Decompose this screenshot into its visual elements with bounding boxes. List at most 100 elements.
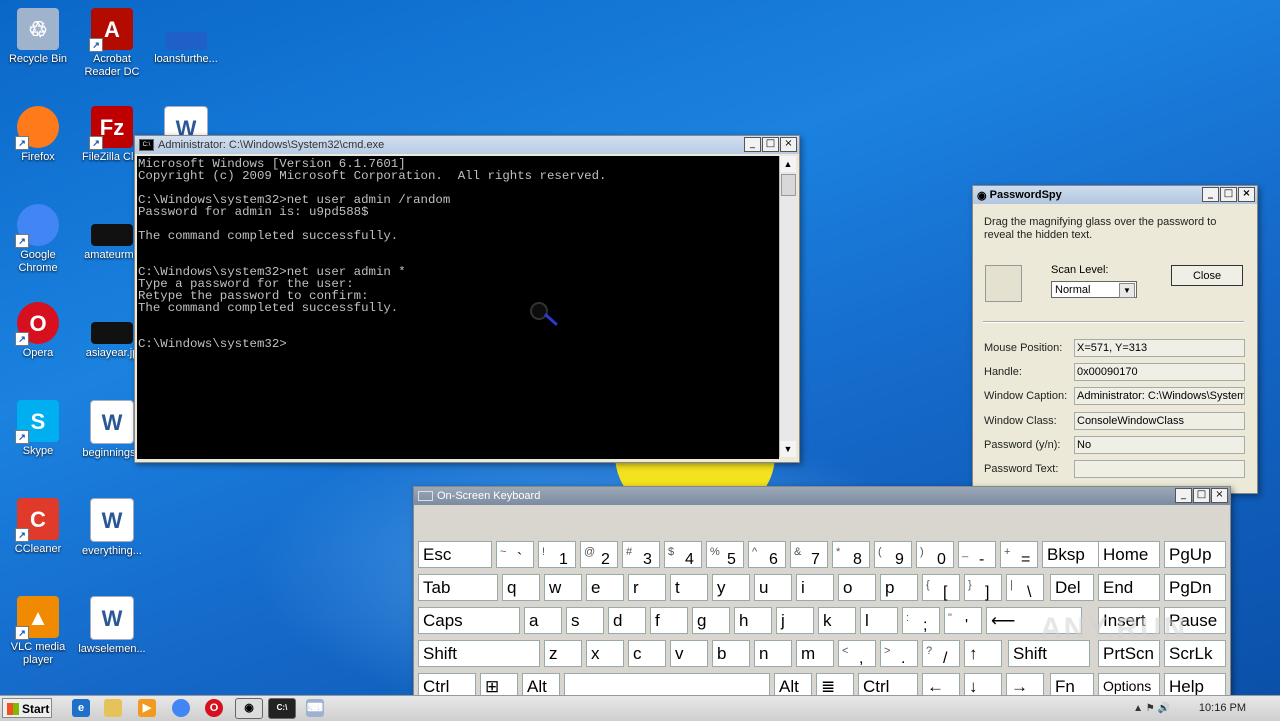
key-9[interactable]: (9 [874, 541, 912, 568]
key-w[interactable]: w [544, 574, 582, 601]
key-b[interactable]: b [712, 640, 750, 667]
key-3[interactable]: #3 [622, 541, 660, 568]
key-r[interactable]: r [628, 574, 666, 601]
minimize-button[interactable]: _ [744, 137, 761, 152]
key-4[interactable]: $4 [664, 541, 702, 568]
key-Tab[interactable]: Tab [418, 574, 498, 601]
maximize-button[interactable]: □ [762, 137, 779, 152]
key-u[interactable]: u [754, 574, 792, 601]
desktop-icon[interactable]: O ↗ Opera [0, 302, 76, 360]
scroll-down-icon[interactable]: ▼ [780, 441, 796, 457]
key-j[interactable]: j [776, 607, 814, 634]
key-c[interactable]: c [628, 640, 666, 667]
key-2[interactable]: @2 [580, 541, 618, 568]
desktop-icon[interactable]: A ↗ Acrobat Reader DC [74, 8, 150, 79]
minimize-button[interactable]: _ [1175, 488, 1192, 503]
key-symbol[interactable]: ? / [922, 640, 960, 667]
minimize-button[interactable]: _ [1202, 187, 1219, 202]
key-symbol[interactable]: {[ [922, 574, 960, 601]
info-value-field[interactable]: No [1074, 436, 1245, 454]
folder-icon[interactable] [104, 699, 122, 717]
desktop-icon[interactable]: ↗ Google Chrome [0, 204, 76, 275]
key-symbol[interactable]: _ - [958, 541, 996, 568]
desktop-icon[interactable]: S ↗ Skype [0, 400, 76, 458]
maximize-button[interactable]: □ [1193, 488, 1210, 503]
desktop-icon[interactable]: C ↗ CCleaner [0, 498, 76, 556]
key-8[interactable]: * 8 [832, 541, 870, 568]
desktop-icon[interactable]: ↗ Firefox [0, 106, 76, 164]
scroll-up-icon[interactable]: ▲ [780, 156, 796, 172]
key-l[interactable]: l [860, 607, 898, 634]
key-g[interactable]: g [692, 607, 730, 634]
on-screen-keyboard-window[interactable]: On-Screen Keyboard _ □ × Esc ~ `! 1 @2 #3 $4% 5… [413, 486, 1231, 708]
close-button[interactable]: Close [1171, 265, 1243, 286]
key-d[interactable]: d [608, 607, 646, 634]
key-y[interactable]: y [712, 574, 750, 601]
info-value-field[interactable]: X=571, Y=313 [1074, 339, 1245, 357]
media-player-icon[interactable]: ▶ [138, 699, 156, 717]
scroll-thumb[interactable] [781, 174, 796, 196]
key-h[interactable]: h [734, 607, 772, 634]
key-symbol[interactable]: + = [1000, 541, 1038, 568]
key-symbol[interactable]: >. [880, 640, 918, 667]
key-p[interactable]: p [880, 574, 918, 601]
key-End[interactable]: End [1098, 574, 1160, 601]
close-button[interactable]: × [780, 137, 797, 152]
key-e[interactable]: e [586, 574, 624, 601]
key-n[interactable]: n [754, 640, 792, 667]
key-symbol[interactable]: | \ [1006, 574, 1044, 601]
chrome-icon[interactable] [172, 699, 190, 717]
key-x[interactable]: x [586, 640, 624, 667]
key-5[interactable]: % 5 [706, 541, 744, 568]
info-value-field[interactable]: Administrator: C:\Windows\System32 [1074, 387, 1245, 405]
scan-level-select[interactable]: Normal ▼ [1051, 281, 1137, 298]
passwordspy-taskbar-icon[interactable]: ◉ [235, 698, 263, 719]
close-button[interactable]: × [1211, 488, 1228, 503]
info-value-field[interactable]: 0x00090170 [1074, 363, 1245, 381]
osk-titlebar[interactable]: On-Screen Keyboard _ □ × [414, 487, 1230, 505]
info-value-field[interactable] [1074, 460, 1245, 478]
key-Home[interactable]: Home [1098, 541, 1160, 568]
key-z[interactable]: z [544, 640, 582, 667]
key-PgUp[interactable]: PgUp [1164, 541, 1226, 568]
desktop-icon[interactable]: Wlawselemen... [74, 596, 150, 656]
info-value-field[interactable]: ConsoleWindowClass [1074, 412, 1245, 430]
desktop-icon[interactable]: ▲ ↗ VLC media player [0, 596, 76, 667]
desktop-icon[interactable]: Weverything... [74, 498, 150, 558]
key-Del[interactable]: Del [1050, 574, 1094, 601]
vertical-scrollbar[interactable]: ▲ ▼ [779, 156, 796, 457]
maximize-button[interactable]: □ [1220, 187, 1237, 202]
system-tray-icons[interactable]: ▲ ⚑ 🔊 [1133, 703, 1170, 714]
key-symbol[interactable]: ~ ` [496, 541, 534, 568]
key-6[interactable]: ^ 6 [748, 541, 786, 568]
desktop-icon[interactable]: loansfurthe... [148, 8, 224, 66]
key-7[interactable]: & 7 [790, 541, 828, 568]
key-i[interactable]: i [796, 574, 834, 601]
passwordspy-window[interactable]: ◉ PasswordSpy _ □ × Drag the magnifying … [972, 185, 1258, 494]
key-symbol[interactable]: <, [838, 640, 876, 667]
internet-explorer-icon[interactable]: e [72, 699, 90, 717]
chevron-down-icon[interactable]: ▼ [1119, 283, 1135, 298]
close-button[interactable]: × [1238, 187, 1255, 202]
key-a[interactable]: a [524, 607, 562, 634]
cmd-titlebar[interactable]: C:\ Administrator: C:\Windows\System32\c… [135, 136, 799, 154]
key-PgDn[interactable]: PgDn [1164, 574, 1226, 601]
key-Esc[interactable]: Esc [418, 541, 492, 568]
cmd-window[interactable]: C:\ Administrator: C:\Windows\System32\c… [134, 135, 800, 463]
console-output[interactable]: Microsoft Windows [Version 6.1.7601] Copy… [137, 156, 779, 459]
desktop-icon[interactable]: ♲ Recycle Bin [0, 8, 76, 66]
key-0[interactable]: ) 0 [916, 541, 954, 568]
key-symbol[interactable]: " ' [944, 607, 982, 634]
key-o[interactable]: o [838, 574, 876, 601]
cmd-taskbar-icon[interactable]: C:\ [268, 698, 296, 719]
key-1[interactable]: ! 1 [538, 541, 576, 568]
opera-icon[interactable]: O [205, 699, 223, 717]
passwordspy-titlebar[interactable]: ◉ PasswordSpy _ □ × [973, 186, 1257, 204]
start-button[interactable]: Start [2, 698, 52, 718]
key-symbol[interactable]: }] [964, 574, 1002, 601]
key-s[interactable]: s [566, 607, 604, 634]
keyboard-taskbar-icon[interactable]: ⌨ [306, 699, 324, 717]
key-Shift[interactable]: Shift [418, 640, 540, 667]
key-t[interactable]: t [670, 574, 708, 601]
key-symbol[interactable]: ↑ [964, 640, 1002, 667]
